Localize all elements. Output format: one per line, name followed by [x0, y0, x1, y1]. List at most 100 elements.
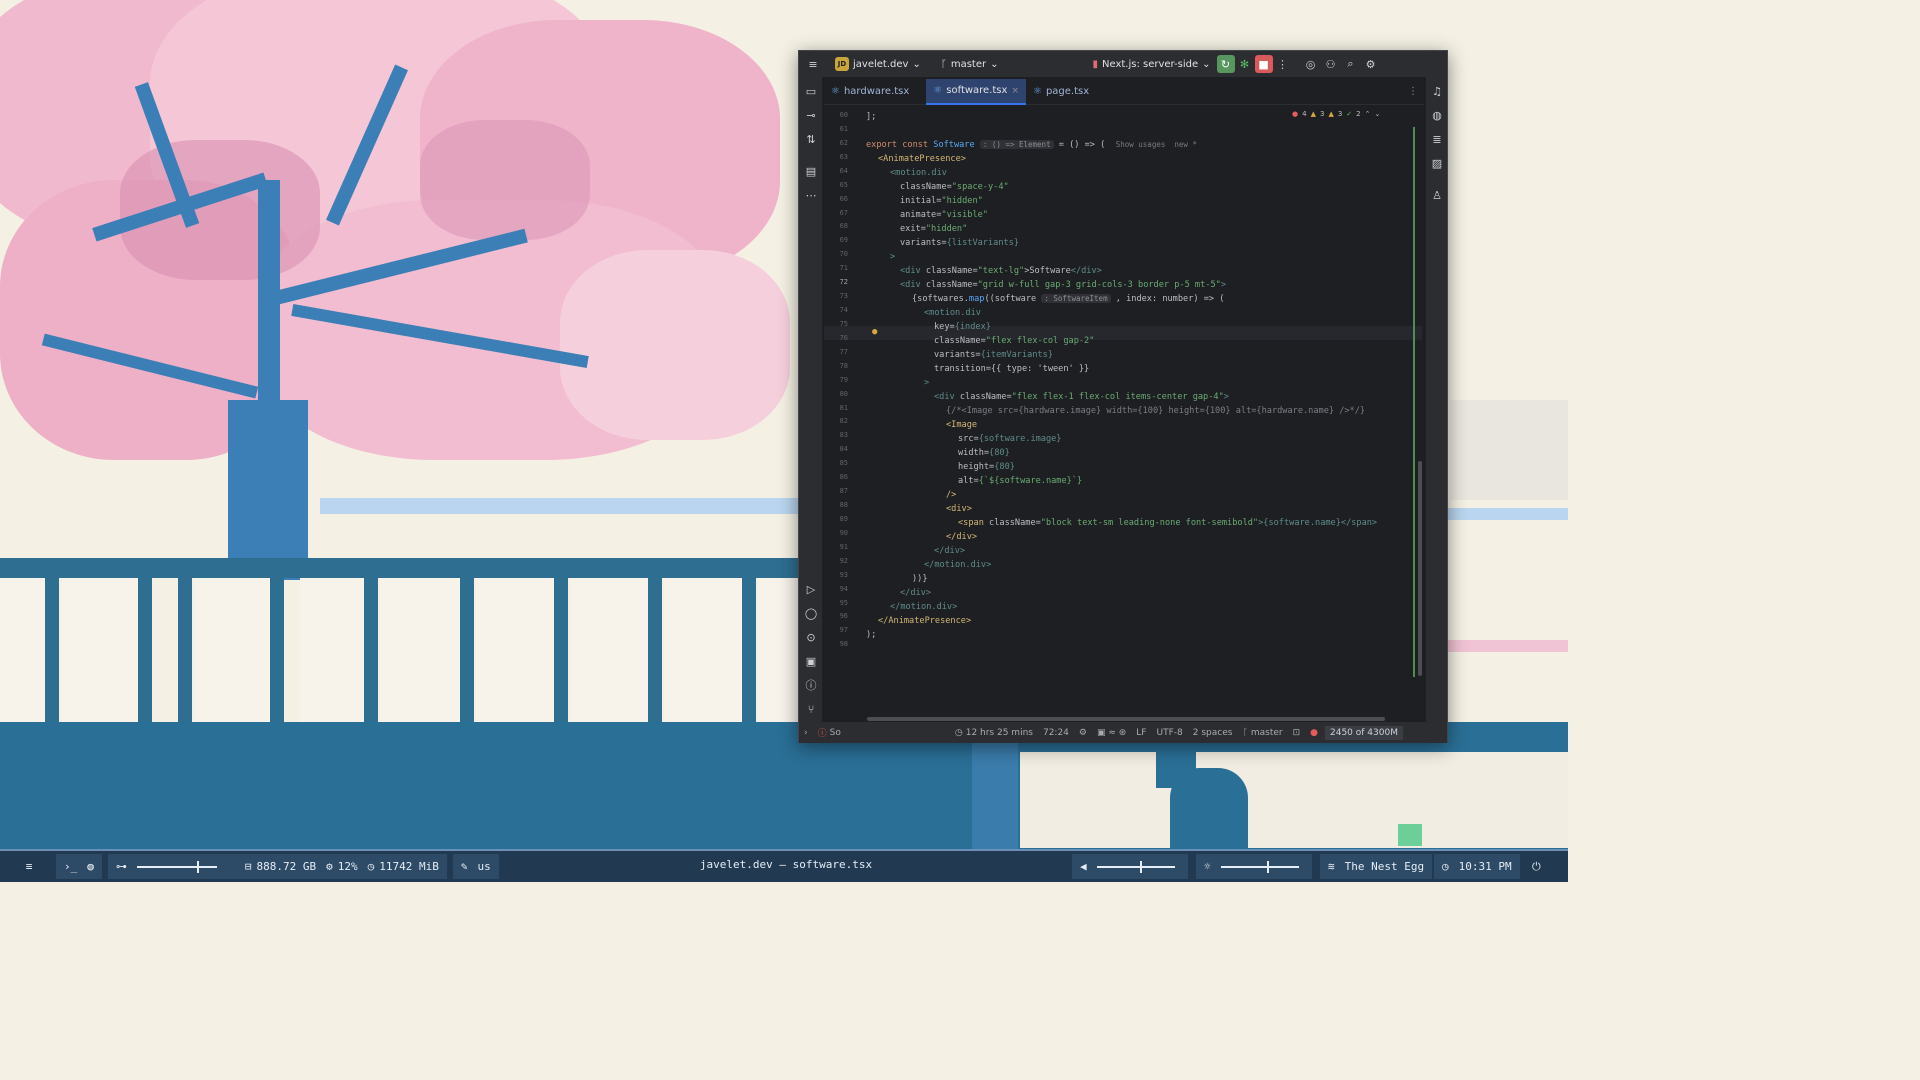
code-line: width={80}	[958, 448, 1010, 458]
distant-ground	[1020, 752, 1568, 848]
tab-options-icon[interactable]: ⋮	[1408, 86, 1418, 97]
services-icon[interactable]: ⊙	[801, 627, 821, 647]
expand-icon[interactable]: ›	[799, 728, 813, 738]
error-indicator-icon[interactable]: ●	[1305, 728, 1323, 738]
more-tools-icon[interactable]: ⋯	[801, 185, 821, 205]
ai-assistant-icon[interactable]: ◎	[1301, 54, 1321, 74]
system-stats-group: ⊶ ⊟ 888.72 GB ⚙ 12% ◷ 11742 MiB	[107, 854, 447, 879]
vertical-scrollbar[interactable]	[1418, 461, 1422, 676]
speaker-icon: ◀	[1080, 860, 1087, 873]
line-number: 92	[839, 556, 848, 565]
settings-gear-icon[interactable]: ⚙	[1361, 54, 1381, 74]
fence-post	[178, 578, 192, 726]
tab-software[interactable]: ⚛ software.tsx ×	[926, 78, 1026, 105]
power-icon[interactable]: ⏻	[1532, 860, 1541, 874]
code-line: <div className="text-lg">Software</div>	[900, 266, 1102, 276]
time-tracker[interactable]: ◷ 12 hrs 25 mins	[950, 728, 1038, 738]
main-menu-icon[interactable]: ≡	[803, 54, 823, 74]
slider-knob[interactable]	[196, 860, 199, 873]
run-config-selector[interactable]: ▮ Next.js: server-side ⌄	[1086, 51, 1216, 77]
code-line: <span className="block text-sm leading-n…	[958, 518, 1378, 528]
line-number: 75	[839, 319, 848, 328]
brightness-slider[interactable]	[1220, 860, 1299, 873]
intention-bulb-icon[interactable]: ●	[872, 327, 877, 337]
browser-launcher-icon[interactable]: ◍	[87, 860, 94, 873]
run-icon[interactable]: ▷	[801, 579, 821, 599]
line-separator[interactable]: LF	[1131, 728, 1151, 738]
vcs-branch-status[interactable]: ᚴ master	[1237, 728, 1287, 738]
cpu-icon: ⚙	[326, 860, 333, 873]
network-indicator[interactable]: ≋ The Nest Egg	[1320, 854, 1433, 879]
indent-setting[interactable]: 2 spaces	[1188, 728, 1238, 738]
line-number: 83	[839, 431, 848, 440]
memory-indicator[interactable]: 2450 of 4300M	[1325, 725, 1403, 740]
volume-slider[interactable]	[1096, 860, 1175, 873]
close-icon[interactable]: ×	[1011, 86, 1019, 96]
terminal-launcher-icon[interactable]: ›_	[64, 860, 77, 873]
right-tool-strip: ♫ ◍ ≣ ▨ ♙	[1425, 77, 1447, 743]
volume-mini-slider[interactable]	[136, 860, 217, 873]
git-icon[interactable]: ⑂	[801, 699, 821, 719]
fence-post	[742, 578, 756, 726]
problems-widget[interactable]: ⓘ So	[813, 726, 846, 740]
code-line: </AnimatePresence>	[878, 616, 972, 626]
fence-slat	[62, 578, 138, 726]
line-number: 72	[839, 278, 848, 287]
npm-icon[interactable]: ▨	[1427, 153, 1447, 173]
pull-requests-icon[interactable]: ⇅	[801, 129, 821, 149]
clock-widget[interactable]: ◷ 10:31 PM	[1434, 854, 1520, 879]
green-block	[1398, 824, 1422, 846]
copilot-icon[interactable]: ♙	[1427, 185, 1447, 205]
code-line: key={index}	[934, 322, 991, 332]
tab-hardware[interactable]: ⚛ hardware.tsx	[824, 79, 916, 105]
terminal-icon[interactable]: ▣	[801, 651, 821, 671]
branch-selector[interactable]: ᚴ master ⌄	[935, 51, 1005, 77]
volume-control[interactable]: ◀	[1072, 854, 1188, 879]
code-editor[interactable]: 60 61 62 63 64 65 66 67 68 69 70 71 72 73 74 75 76 77 78 79…	[824, 107, 1424, 717]
plugin-status-icons[interactable]: ▣ ≈ ⊛	[1092, 728, 1131, 738]
readonly-lock-icon[interactable]: ⊡	[1288, 728, 1306, 738]
line-number: 77	[839, 347, 848, 356]
slider-knob[interactable]	[1139, 860, 1142, 873]
slider-knob[interactable]	[1267, 860, 1270, 873]
fence-slat	[664, 578, 742, 726]
database-icon[interactable]: ≣	[1427, 129, 1447, 149]
file-encoding[interactable]: UTF-8	[1152, 728, 1188, 738]
fence-slat	[476, 578, 554, 726]
caret-position[interactable]: 72:24	[1038, 728, 1074, 738]
problems-icon[interactable]: ⓘ	[801, 675, 821, 695]
commit-icon[interactable]: ⊸	[801, 105, 821, 125]
notifications-bell-icon[interactable]: ♫	[1427, 81, 1447, 101]
keyboard-layout[interactable]: ✎ us	[452, 854, 499, 879]
project-selector[interactable]: JD javelet.dev ⌄	[829, 51, 927, 77]
fence-slat	[758, 578, 798, 726]
show-usages-link[interactable]: Show usages new *	[1116, 140, 1197, 149]
rerun-icon[interactable]: ↻	[1216, 55, 1235, 73]
brightness-control[interactable]: ☼	[1196, 854, 1312, 879]
more-actions-icon[interactable]: ⋮	[1273, 54, 1293, 74]
line-number: 89	[839, 514, 848, 523]
code-with-me-icon[interactable]: ⚇	[1321, 54, 1341, 74]
ai-chat-icon[interactable]: ◍	[1427, 105, 1447, 125]
code-line: transition={{ type: 'tween' }}	[934, 364, 1090, 374]
menu-icon[interactable]: ≡	[22, 860, 36, 873]
fence-slat	[0, 578, 45, 726]
stop-icon[interactable]: ■	[1254, 55, 1273, 73]
code-line: <div className="flex flex-1 flex-col ite…	[934, 392, 1229, 402]
fence-slat	[194, 578, 270, 726]
tab-page[interactable]: ⚛ page.tsx	[1026, 79, 1096, 105]
fence-post	[270, 578, 284, 726]
messages-icon[interactable]: ◯	[801, 603, 821, 623]
inspection-status-icon[interactable]: ⚙	[1074, 728, 1092, 738]
debug-icon[interactable]: ✻	[1235, 54, 1255, 74]
line-number: 82	[839, 417, 848, 426]
project-folder-icon[interactable]: ▭	[801, 81, 821, 101]
code-line: ))}	[912, 574, 928, 584]
structure-icon[interactable]: ▤	[801, 161, 821, 181]
taskbar: ≡ ›_ ◍ ⊶ ⊟ 888.72 GB ⚙ 12% ◷ 11742 MiB ✎ us…	[0, 849, 1568, 882]
search-icon[interactable]: ⌕	[1341, 54, 1361, 74]
react-file-icon: ⚛	[1032, 86, 1042, 97]
horizontal-scrollbar[interactable]	[867, 717, 1385, 721]
code-line: className="space-y-4"	[900, 182, 1009, 192]
line-number: 61	[839, 124, 848, 133]
